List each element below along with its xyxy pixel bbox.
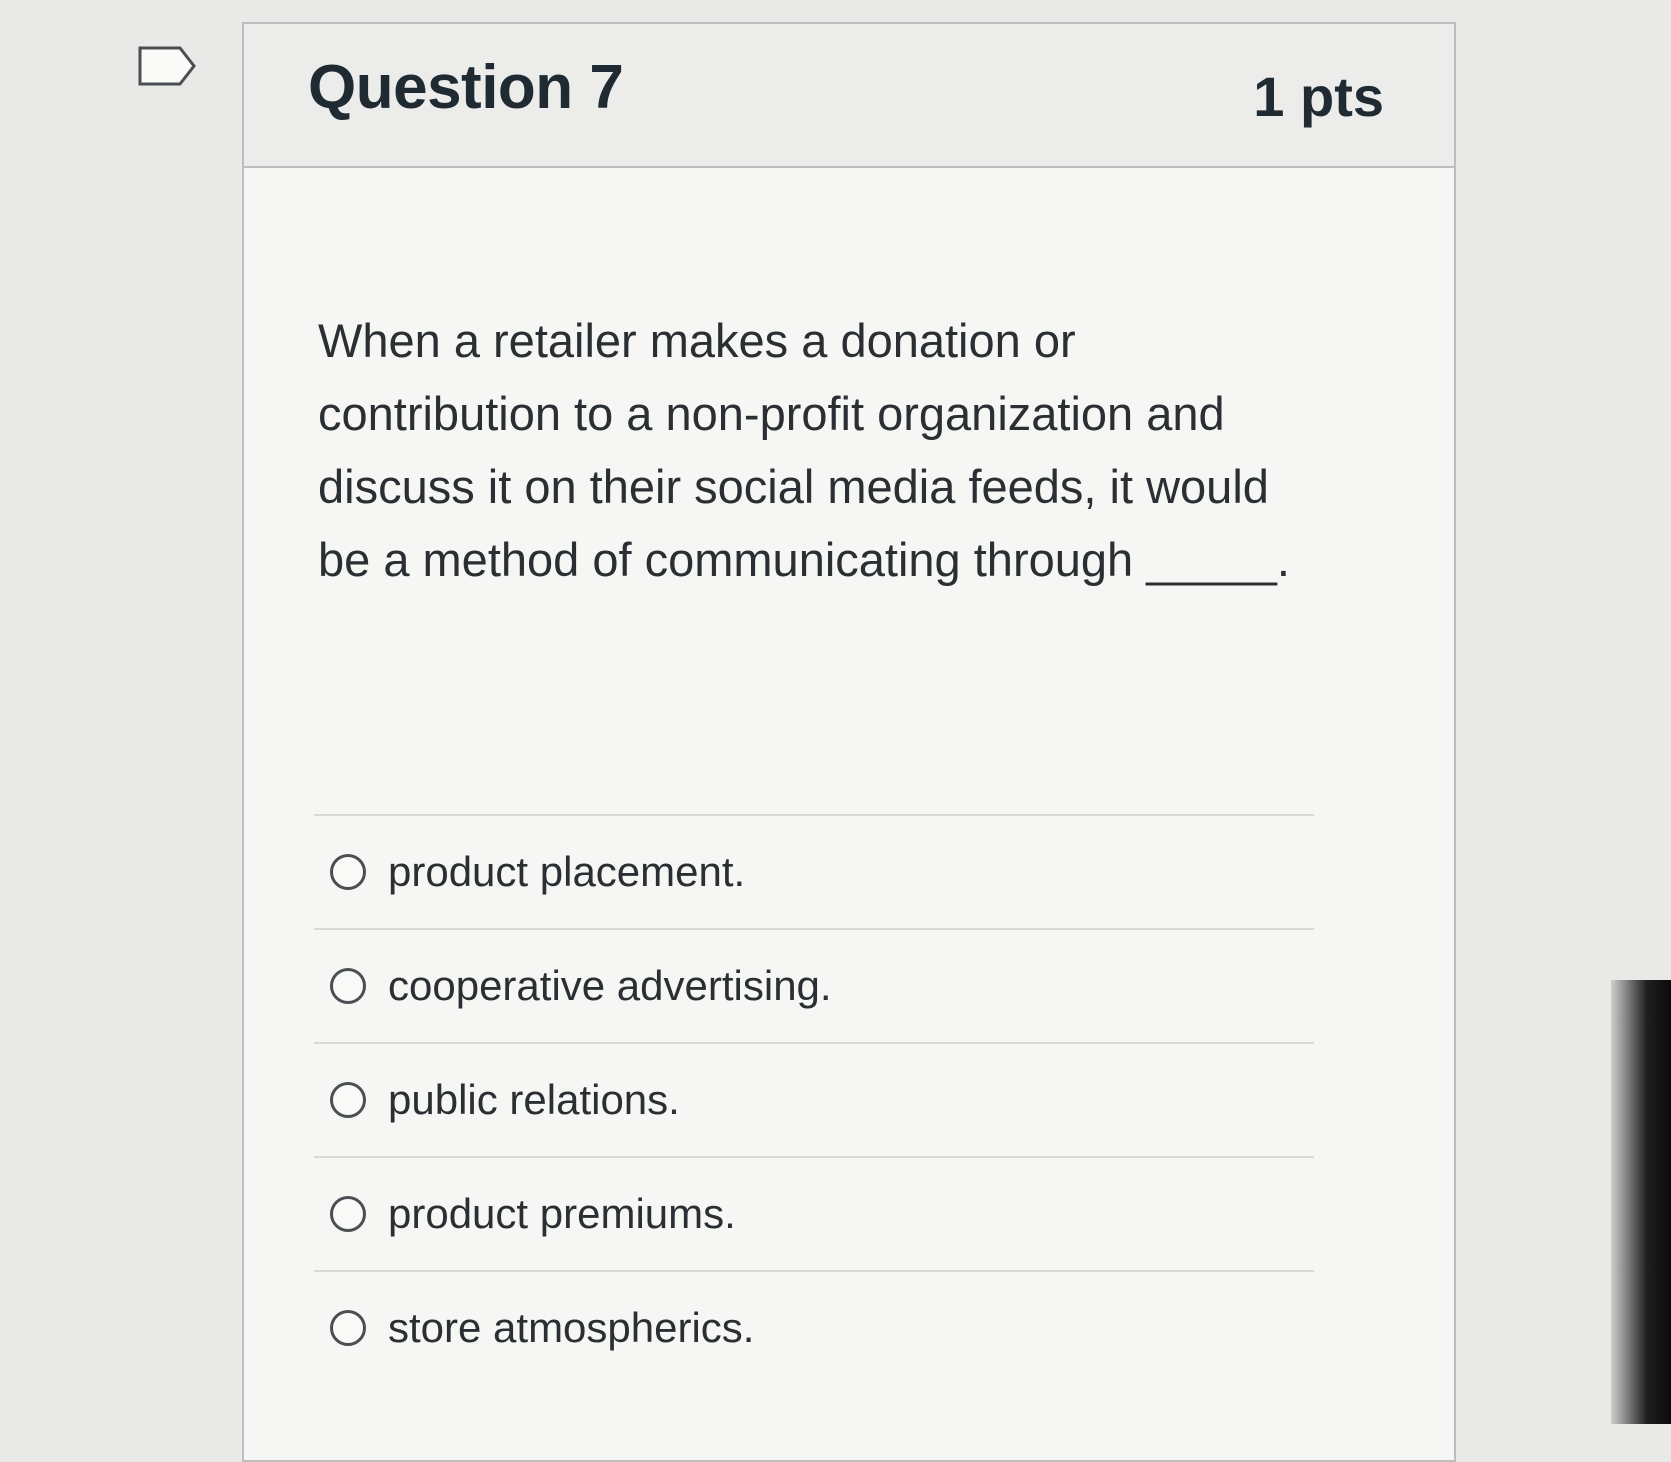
radio-unselected-icon[interactable] [330, 968, 366, 1004]
answer-label[interactable]: product premiums. [388, 1190, 736, 1238]
answer-option-product-premiums[interactable]: product premiums. [314, 1156, 1314, 1270]
flag-question-icon[interactable] [136, 42, 198, 90]
question-card: Question 7 1 pts When a retailer makes a… [242, 22, 1456, 1462]
question-points: 1 pts [1253, 65, 1384, 128]
answer-option-store-atmospherics[interactable]: store atmospherics. [314, 1270, 1314, 1384]
answer-option-public-relations[interactable]: public relations. [314, 1042, 1314, 1156]
answer-option-product-placement[interactable]: product placement. [314, 814, 1314, 928]
answer-label[interactable]: store atmospherics. [388, 1304, 754, 1352]
answer-list: product placement. cooperative advertisi… [314, 814, 1314, 1384]
answer-label[interactable]: public relations. [388, 1076, 680, 1124]
screen-bezel [1611, 980, 1671, 1424]
question-header: Question 7 1 pts [244, 24, 1454, 168]
answer-option-cooperative-advertising[interactable]: cooperative advertising. [314, 928, 1314, 1042]
answer-label[interactable]: product placement. [388, 848, 745, 896]
answer-label[interactable]: cooperative advertising. [388, 962, 832, 1010]
question-text: When a retailer makes a donation or cont… [318, 314, 1290, 586]
radio-unselected-icon[interactable] [330, 1082, 366, 1118]
radio-unselected-icon[interactable] [330, 1310, 366, 1346]
radio-unselected-icon[interactable] [330, 854, 366, 890]
radio-unselected-icon[interactable] [330, 1196, 366, 1232]
question-title: Question 7 [308, 53, 624, 122]
